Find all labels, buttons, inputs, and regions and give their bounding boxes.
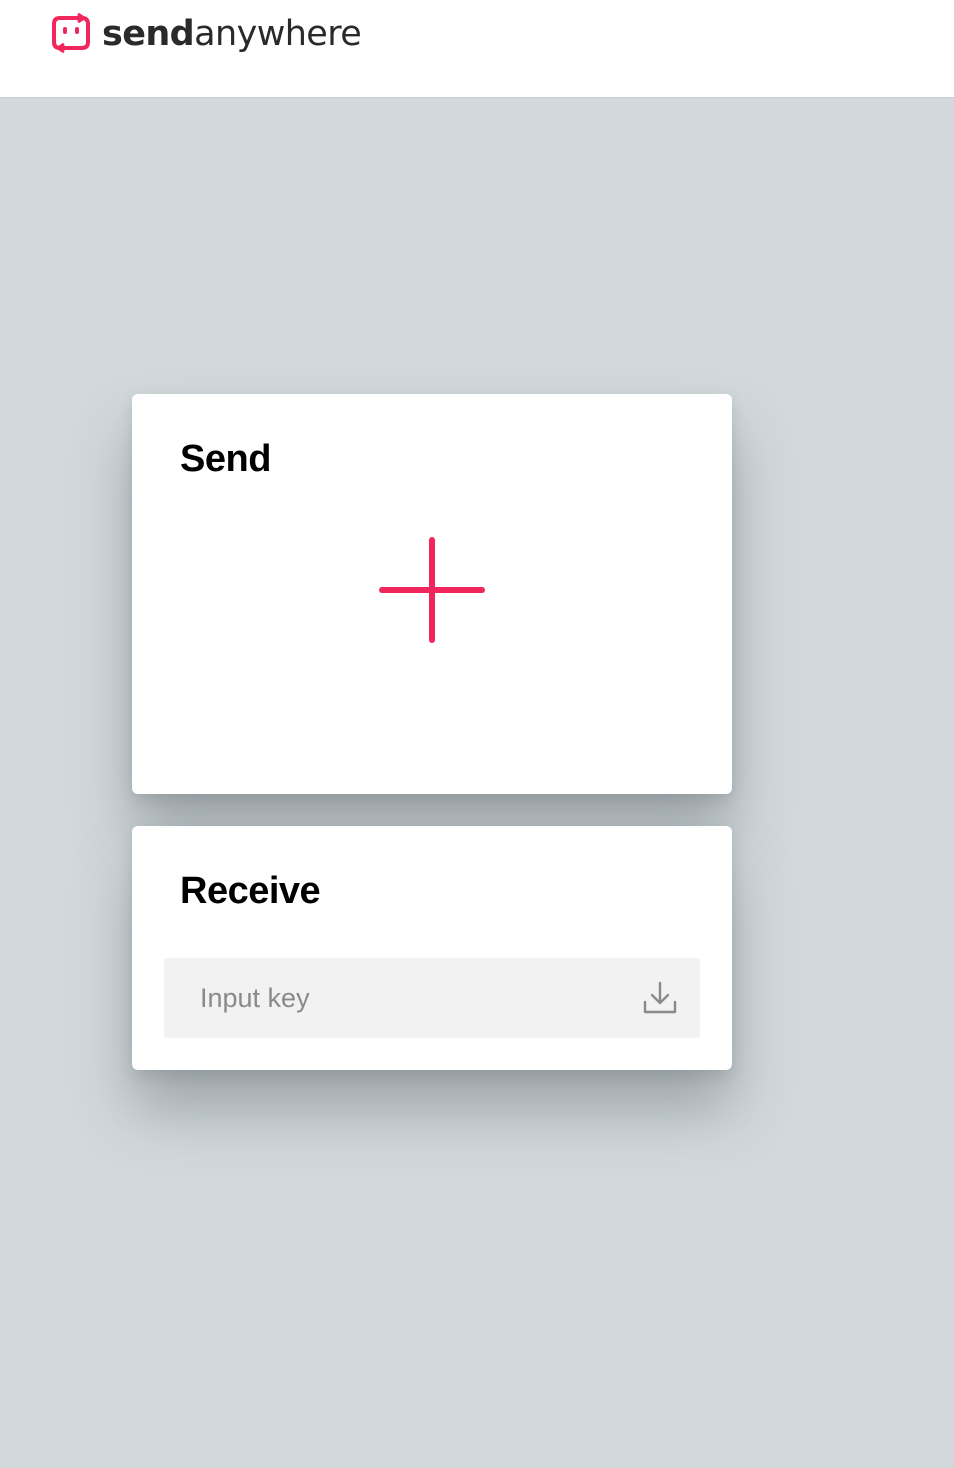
plus-icon [379, 537, 485, 643]
key-input-box [164, 958, 700, 1038]
receive-card: Receive [132, 826, 732, 1070]
send-card: Send [132, 394, 732, 794]
brand-wordmark: sendanywhere [102, 10, 362, 58]
top-header: sendanywhere [0, 0, 954, 98]
key-input[interactable] [164, 958, 624, 1038]
brand-logo[interactable]: sendanywhere [50, 10, 362, 58]
brand-wordmark-bold: send [102, 14, 195, 54]
add-files-button[interactable] [372, 530, 492, 650]
receive-download-button[interactable] [640, 978, 680, 1018]
receive-title: Receive [180, 870, 321, 912]
send-title: Send [180, 438, 271, 480]
download-icon [643, 981, 677, 1014]
sendanywhere-logo-icon [52, 12, 90, 54]
brand-wordmark-regular: anywhere [194, 14, 362, 54]
